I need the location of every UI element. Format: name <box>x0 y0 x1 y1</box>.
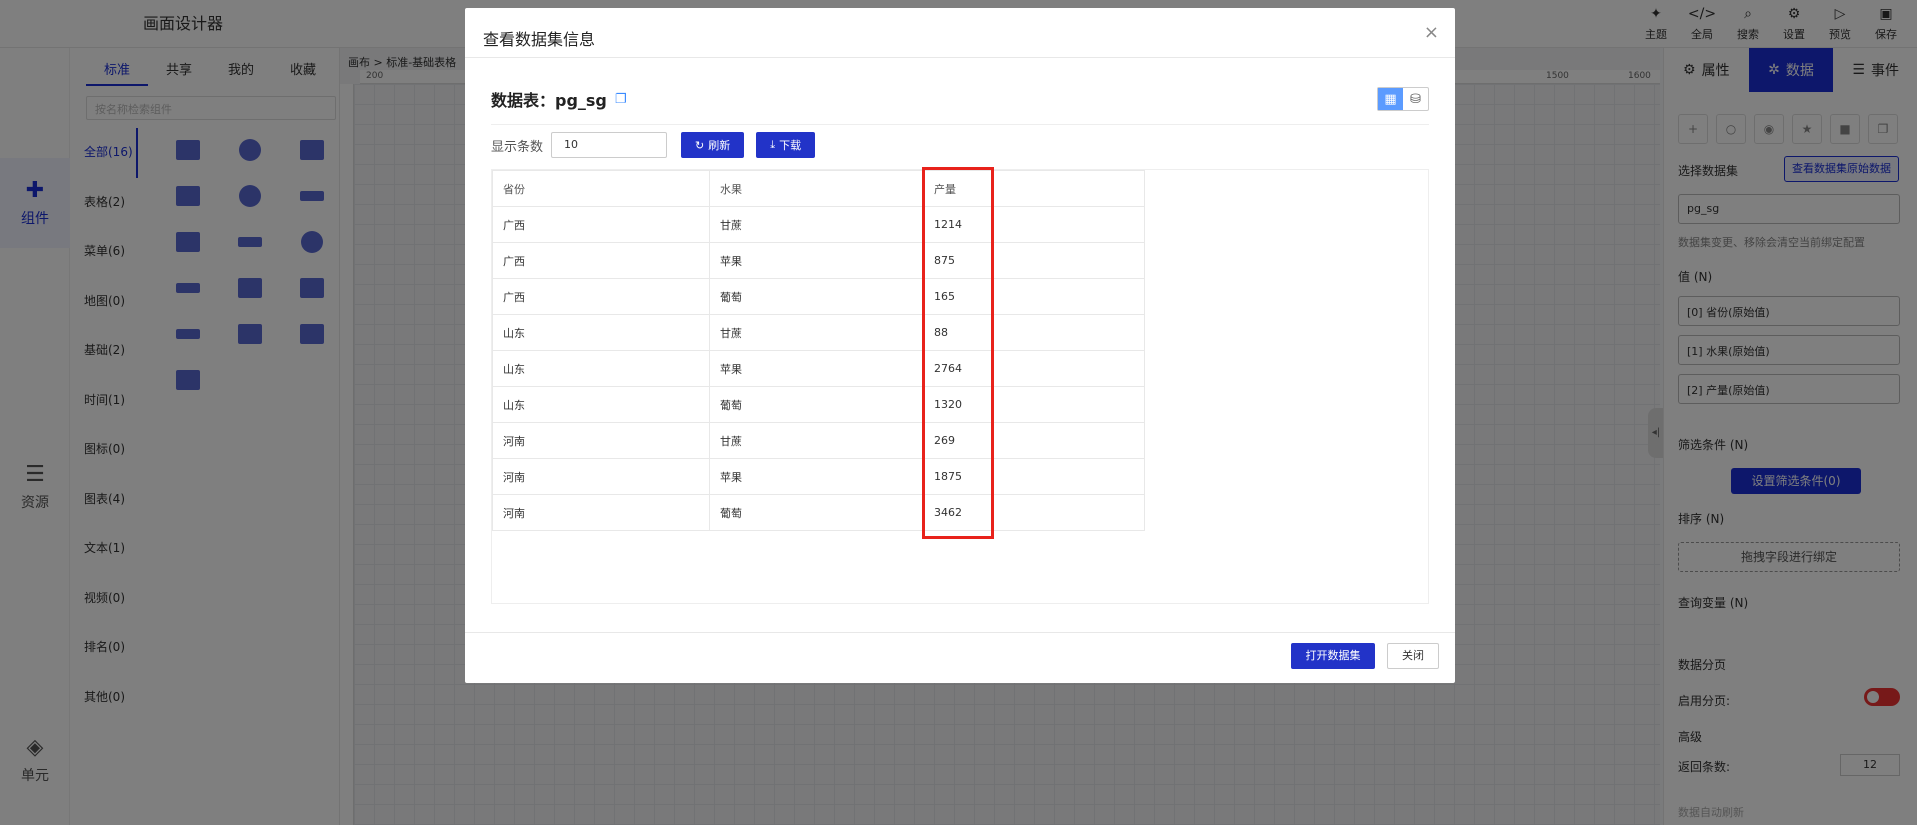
table-cell: 河南 <box>492 422 710 459</box>
download-icon: ⤓ <box>770 138 776 151</box>
table-row: 广西 甘蔗 1214 <box>492 206 1145 243</box>
download-button[interactable]: ⤓ 下载 <box>756 132 816 158</box>
open-dataset-button[interactable]: 打开数据集 <box>1291 643 1375 669</box>
table-cell: 广西 <box>492 206 710 243</box>
table-row: 山东 苹果 2764 <box>492 350 1145 387</box>
table-cell: 1320 <box>923 386 1145 423</box>
modal-header: 查看数据集信息 × <box>465 8 1455 58</box>
table-row: 广西 苹果 875 <box>492 242 1145 279</box>
view-switch: ▦ ⛁ <box>1377 87 1429 111</box>
limit-row: 显示条数 10 ↻ 刷新 ⤓ 下载 <box>491 132 827 158</box>
column-header: 水果 <box>709 170 924 207</box>
dataset-info-modal: 查看数据集信息 × 数据表：pg_sg ❐ ▦ ⛁ 显示条数 10 ↻ 刷新 ⤓ 下… <box>465 8 1455 683</box>
table-cell: 88 <box>923 314 1145 351</box>
table-cell: 2764 <box>923 350 1145 387</box>
table-row: 河南 甘蔗 269 <box>492 422 1145 459</box>
refresh-button[interactable]: ↻ 刷新 <box>681 132 745 158</box>
refresh-icon: ↻ <box>695 138 705 152</box>
table-cell: 广西 <box>492 278 710 315</box>
table-row: 山东 葡萄 1320 <box>492 386 1145 423</box>
dataset-title-row: 数据表：pg_sg ❐ <box>491 86 627 112</box>
column-header: 产量 <box>923 170 1145 207</box>
table-header-row: 省份 水果 产量 <box>492 170 1145 207</box>
close-button[interactable]: 关闭 <box>1387 643 1439 669</box>
dataset-title: 数据表：pg_sg <box>491 91 607 110</box>
divider <box>491 124 1429 125</box>
table-cell: 山东 <box>492 314 710 351</box>
column-header: 省份 <box>492 170 710 207</box>
refresh-label: 刷新 <box>708 139 731 152</box>
table-cell: 苹果 <box>709 242 924 279</box>
table-cell: 1214 <box>923 206 1145 243</box>
table-cell: 河南 <box>492 458 710 495</box>
table-cell: 葡萄 <box>709 386 924 423</box>
table-cell: 3462 <box>923 494 1145 531</box>
download-label: 下载 <box>779 139 802 152</box>
table-row: 河南 葡萄 3462 <box>492 494 1145 531</box>
table-cell: 广西 <box>492 242 710 279</box>
table-cell: 山东 <box>492 350 710 387</box>
close-icon[interactable]: × <box>1424 22 1439 43</box>
table-cell: 葡萄 <box>709 494 924 531</box>
table-row: 山东 甘蔗 88 <box>492 314 1145 351</box>
table-cell: 875 <box>923 242 1145 279</box>
table-cell: 苹果 <box>709 458 924 495</box>
database-icon[interactable]: ⛁ <box>1403 88 1428 110</box>
table-cell: 165 <box>923 278 1145 315</box>
modal-title: 查看数据集信息 <box>483 30 596 49</box>
copy-icon[interactable]: ❐ <box>615 92 627 107</box>
table-cell: 269 <box>923 422 1145 459</box>
table-row: 广西 葡萄 165 <box>492 278 1145 315</box>
table-cell: 甘蔗 <box>709 422 924 459</box>
table-cell: 1875 <box>923 458 1145 495</box>
limit-input[interactable]: 10 <box>551 132 668 158</box>
table-view-icon[interactable]: ▦ <box>1378 88 1403 110</box>
modal-footer: 打开数据集 关闭 <box>465 632 1455 683</box>
table-cell: 苹果 <box>709 350 924 387</box>
table-cell: 葡萄 <box>709 278 924 315</box>
limit-label: 显示条数 <box>491 139 544 155</box>
table-row: 河南 苹果 1875 <box>492 458 1145 495</box>
table-cell: 山东 <box>492 386 710 423</box>
dataset-table: 省份 水果 产量 广西 甘蔗 1214 广西 苹果 875 广西 葡萄 165 山东 甘蔗 88… <box>492 170 1145 531</box>
dataset-table-container: 省份 水果 产量 广西 甘蔗 1214 广西 苹果 875 广西 葡萄 165 山东 甘蔗 88… <box>491 169 1429 604</box>
table-cell: 河南 <box>492 494 710 531</box>
table-cell: 甘蔗 <box>709 206 924 243</box>
table-cell: 甘蔗 <box>709 314 924 351</box>
